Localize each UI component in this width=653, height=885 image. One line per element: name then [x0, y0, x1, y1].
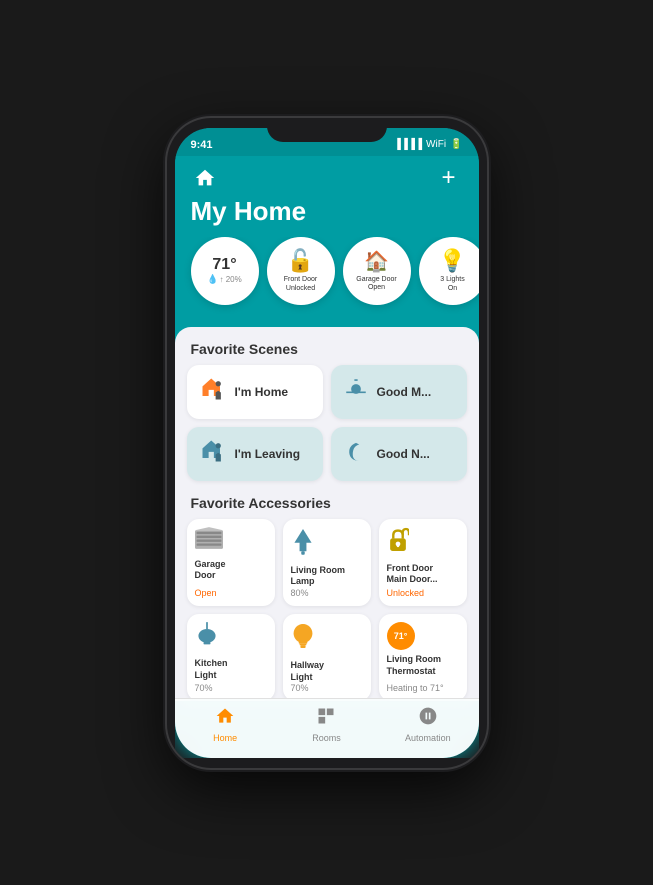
tab-automation-icon — [418, 706, 438, 731]
scenes-grid: I'm Home Good M... — [187, 365, 467, 481]
status-icons: ▐▐▐▐ WiFi 🔋 — [394, 139, 463, 150]
automation-tab-svg — [418, 706, 438, 726]
tab-home-icon — [215, 706, 235, 731]
scene-im-leaving[interactable]: I'm Leaving — [187, 427, 323, 481]
home-person-icon — [199, 375, 227, 403]
wifi-icon: WiFi — [426, 139, 446, 150]
add-button[interactable]: + — [435, 164, 463, 192]
content-area: + My Home 71° 💧 ↑ 20% — [175, 156, 479, 758]
accessory-kitchen-light[interactable]: KitchenLight 70% — [187, 614, 275, 701]
tab-home[interactable]: Home — [175, 706, 276, 743]
good-morning-icon — [343, 376, 369, 408]
im-leaving-icon — [199, 437, 227, 471]
phone-frame: 9:41 ▐▐▐▐ WiFi 🔋 + — [167, 118, 487, 768]
garage-icon: 🏠 — [364, 249, 389, 274]
lock-acc-name: Front DoorMain Door... — [387, 563, 459, 586]
garage-door-acc-icon — [195, 527, 267, 555]
battery-icon: 🔋 — [450, 139, 462, 150]
main-section: Favorite Scenes I'm Home — [175, 327, 479, 702]
temp-sub: 💧 ↑ 20% — [207, 274, 241, 285]
lamp-acc-icon — [291, 527, 363, 561]
lock-acc-icon — [387, 527, 459, 559]
tab-automation[interactable]: Automation — [377, 706, 478, 743]
lights-circle[interactable]: 💡 3 LightsOn — [419, 237, 479, 305]
kitchen-light-name: KitchenLight — [195, 658, 267, 681]
thermostat-icon: 71° — [387, 622, 459, 650]
scene-im-home[interactable]: I'm Home — [187, 365, 323, 419]
good-morning-label: Good M... — [377, 385, 432, 399]
kitchen-light-icon — [195, 622, 267, 654]
tab-bar: Home Rooms Automation — [175, 698, 479, 758]
house-icon — [194, 167, 216, 189]
im-home-label: I'm Home — [235, 385, 289, 399]
phone-screen: 9:41 ▐▐▐▐ WiFi 🔋 + — [175, 128, 479, 758]
temp-value: 71° — [212, 256, 236, 274]
top-bar: + — [175, 156, 479, 196]
status-circles-row: 71° 💧 ↑ 20% 🔓 Front DoorUnlocked 🏠 — [175, 237, 479, 319]
signal-icon: ▐▐▐▐ — [394, 139, 422, 150]
scene-good-night[interactable]: Good N... — [331, 427, 467, 481]
front-door-circle[interactable]: 🔓 Front DoorUnlocked — [267, 237, 335, 305]
garage-door-acc-name: GarageDoor — [195, 559, 267, 582]
front-door-label: Front DoorUnlocked — [280, 276, 321, 293]
accessory-front-door-lock[interactable]: Front DoorMain Door... Unlocked — [379, 519, 467, 606]
pendant-svg — [195, 622, 219, 648]
hallway-light-icon — [291, 622, 363, 656]
accessory-living-room-lamp[interactable]: Living RoomLamp 80% — [283, 519, 371, 606]
scene-good-morning[interactable]: Good M... — [331, 365, 467, 419]
home-icon-button[interactable] — [191, 164, 219, 192]
accessory-hallway-light[interactable]: HallwayLight 70% — [283, 614, 371, 701]
im-home-icon — [199, 375, 227, 409]
lock-status: Unlocked — [387, 588, 459, 598]
leaving-icon — [199, 437, 227, 465]
lock-svg — [387, 527, 409, 553]
tab-rooms[interactable]: Rooms — [276, 706, 377, 743]
good-night-label: Good N... — [377, 447, 430, 461]
accessory-thermostat[interactable]: 71° Living RoomThermostat Heating to 71° — [379, 614, 467, 701]
home-tab-svg — [215, 706, 235, 726]
garage-door-circle[interactable]: 🏠 Garage DoorOpen — [343, 237, 411, 305]
tab-rooms-icon — [316, 706, 336, 731]
notch — [267, 118, 387, 142]
hallway-light-name: HallwayLight — [291, 660, 363, 683]
page-title: My Home — [175, 196, 479, 237]
im-leaving-label: I'm Leaving — [235, 447, 301, 461]
lights-label: 3 LightsOn — [436, 276, 469, 293]
sunrise-icon — [343, 376, 369, 402]
lamp-status: 80% — [291, 588, 363, 598]
lamp-svg — [291, 527, 315, 555]
garage-svg — [195, 527, 223, 549]
lamp-acc-name: Living RoomLamp — [291, 565, 363, 588]
status-time: 9:41 — [191, 139, 213, 151]
thermostat-status: Heating to 71° — [387, 683, 459, 693]
accessory-garage-door[interactable]: GarageDoor Open — [187, 519, 275, 606]
temperature-circle[interactable]: 71° 💧 ↑ 20% — [191, 237, 259, 305]
lights-icon: 💡 — [439, 248, 466, 274]
garage-door-status: Open — [195, 588, 267, 598]
tab-home-label: Home — [213, 733, 237, 743]
hallway-light-status: 70% — [291, 683, 363, 693]
lock-open-icon: 🔓 — [287, 248, 314, 274]
kitchen-light-status: 70% — [195, 683, 267, 693]
moon-icon — [343, 438, 369, 464]
good-night-icon — [343, 438, 369, 470]
tab-automation-label: Automation — [405, 733, 451, 743]
accessories-grid: GarageDoor Open — [187, 519, 467, 702]
bulb-svg — [291, 622, 315, 650]
favorite-scenes-title: Favorite Scenes — [187, 341, 467, 357]
tab-rooms-label: Rooms — [312, 733, 341, 743]
water-icon: 💧 — [207, 274, 218, 285]
garage-door-label: Garage DoorOpen — [352, 276, 400, 293]
thermostat-circle: 71° — [387, 622, 415, 650]
favorite-accessories-title: Favorite Accessories — [187, 495, 467, 511]
rooms-tab-svg — [316, 706, 336, 726]
thermostat-name: Living RoomThermostat — [387, 654, 459, 677]
